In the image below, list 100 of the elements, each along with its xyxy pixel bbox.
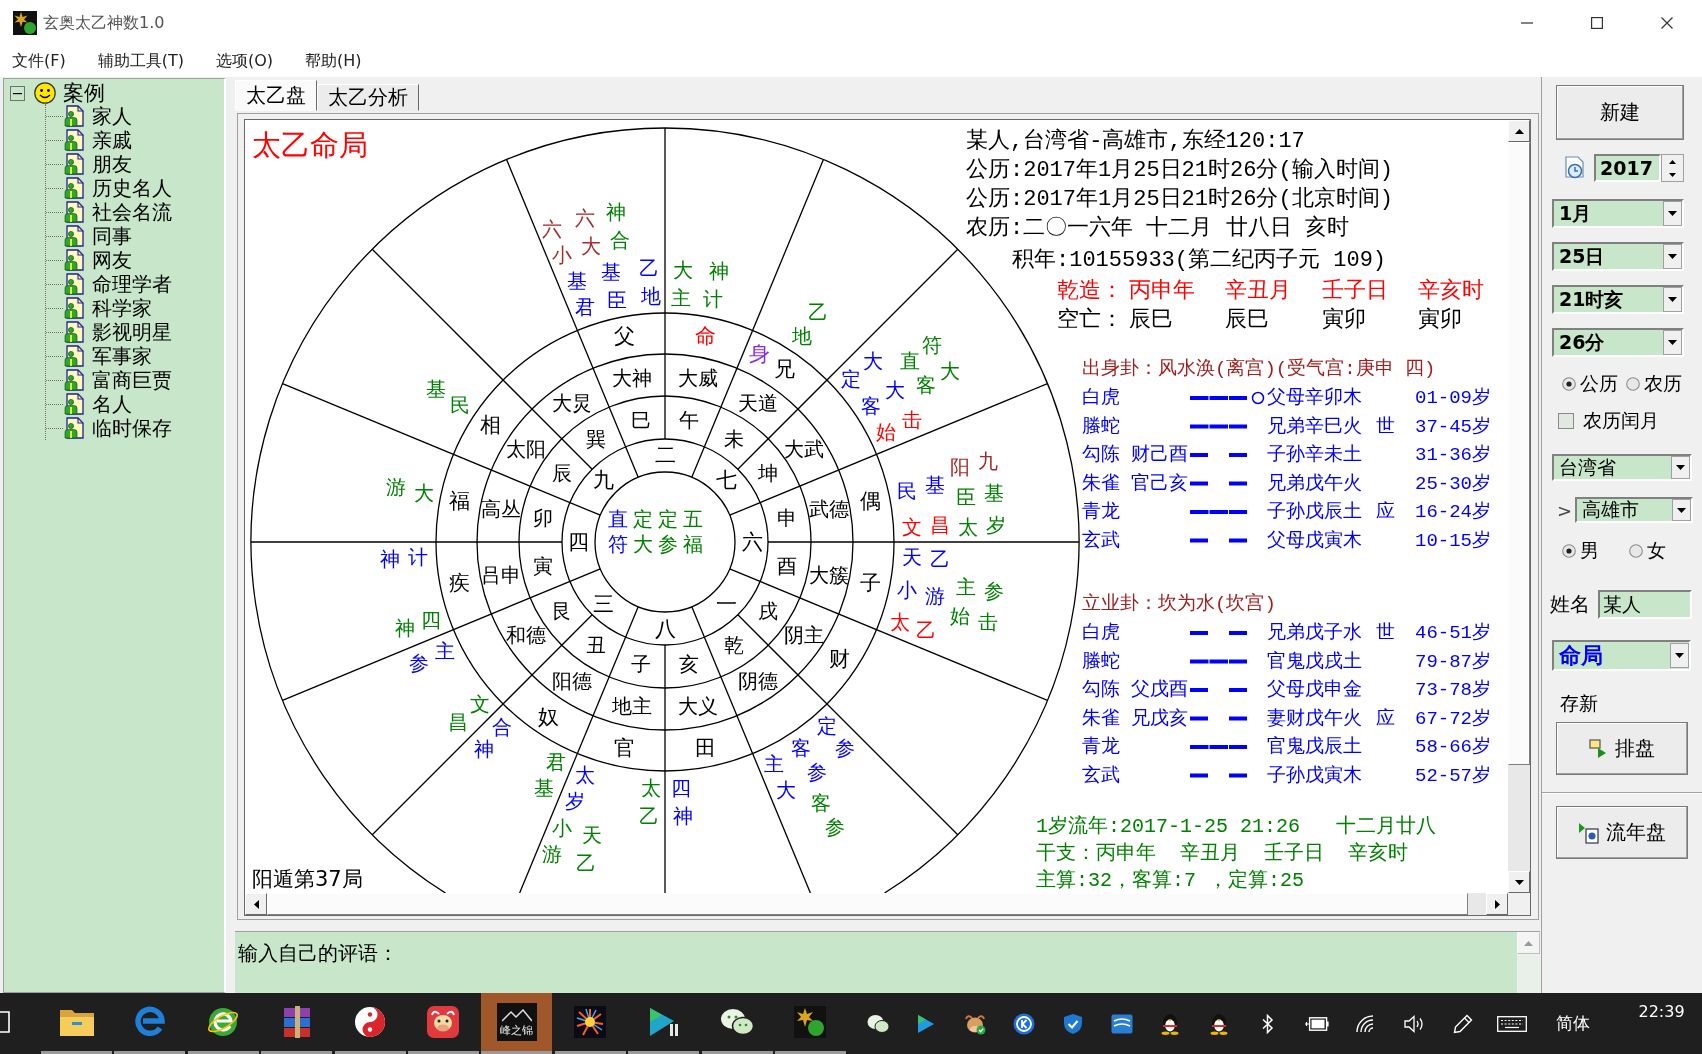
palace-number: 一	[716, 591, 737, 616]
clock-time[interactable]: 22:39	[1638, 1002, 1685, 1021]
battery-icon[interactable]	[1304, 1016, 1329, 1031]
palace-number: 九	[593, 468, 614, 493]
tree-item[interactable]: 历史名人	[91, 177, 173, 199]
age-range-label: 37-45岁	[1415, 415, 1491, 438]
scroll-left-button[interactable]	[245, 893, 267, 915]
task-view-icon	[0, 1011, 10, 1033]
arrange-button[interactable]: 排盘	[1556, 722, 1688, 775]
tree-item[interactable]: 命理学者	[91, 273, 173, 295]
spirit-label: 青龙	[1082, 736, 1120, 758]
star-label: 民基	[897, 473, 945, 503]
minute-dropdown[interactable]: 26分	[1552, 328, 1684, 357]
star-label: 参主	[409, 638, 455, 676]
palace-label: 财	[829, 646, 851, 671]
square-logo-icon[interactable]	[1110, 1013, 1133, 1034]
hour-dropdown[interactable]: 21时亥	[1552, 285, 1684, 314]
palace-number: 六	[741, 530, 763, 554]
taskbar-app-button[interactable]: 峰之锦	[481, 993, 553, 1054]
circle-logo-icon[interactable]	[1013, 1012, 1036, 1035]
year-field[interactable]: 2017	[1594, 154, 1661, 182]
comment-field[interactable]: 输入自己的评语：	[235, 932, 1517, 993]
person-card-icon	[63, 201, 85, 223]
tab[interactable]: 太乙分析	[317, 84, 419, 111]
fireworks-icon	[574, 1006, 607, 1038]
pillars-label: 乾造：	[1057, 278, 1123, 304]
menu-item[interactable]: 选项(O)	[215, 51, 274, 72]
scrollbar-thumb[interactable]	[1508, 142, 1530, 765]
star-label: 文昌	[902, 513, 950, 539]
day-dropdown[interactable]: 25日	[1552, 242, 1684, 271]
branch-label: 艮	[551, 598, 572, 623]
age-range-label: 46-51岁	[1415, 622, 1491, 644]
yin-line-icon	[1190, 481, 1247, 486]
relation-label: 子孙戊辰土	[1267, 501, 1362, 523]
age-range-label: 25-30岁	[1415, 472, 1491, 495]
shield-icon[interactable]	[1062, 1012, 1083, 1035]
pen-icon[interactable]	[1453, 1013, 1474, 1034]
yin-line-icon	[1190, 631, 1247, 635]
tree-item[interactable]: 社会名流	[91, 201, 173, 223]
collapse-icon[interactable]	[10, 85, 25, 101]
tree-item[interactable]: 家人	[91, 105, 133, 127]
void-text: 辰巳	[1225, 307, 1269, 333]
keyboard-icon[interactable]	[1497, 1015, 1528, 1032]
cow-face-icon[interactable]	[964, 1012, 987, 1035]
menu-item[interactable]: 帮助(H)	[305, 51, 362, 72]
scroll-down-button[interactable]	[1508, 871, 1530, 893]
tree-item[interactable]: 网友	[91, 249, 133, 271]
province-dropdown[interactable]: 台湾省	[1552, 454, 1692, 481]
input-method-indicator[interactable]: 简体	[1556, 1012, 1591, 1035]
chart-type-dropdown[interactable]: 命局	[1552, 640, 1691, 671]
branch-label: 丑	[586, 633, 607, 658]
penguin-icon[interactable]	[1160, 1012, 1181, 1035]
tree-item[interactable]: 案例	[62, 82, 106, 104]
tree-item[interactable]: 军事家	[91, 345, 153, 367]
palace-label: 田	[695, 735, 717, 760]
hidden-line-label: 父戊酉	[1131, 679, 1188, 701]
year-spin-button[interactable]	[1661, 154, 1684, 182]
calendar-radio[interactable]: 农历	[1626, 371, 1682, 397]
play-icon[interactable]	[917, 1013, 936, 1034]
volume-icon[interactable]	[1404, 1014, 1425, 1033]
wifi-icon[interactable]	[1355, 1014, 1376, 1033]
god-label: 天道	[737, 391, 778, 416]
calendar-radio[interactable]: 公历	[1562, 371, 1618, 397]
tree-item[interactable]: 科学家	[91, 297, 153, 319]
gender-radio[interactable]: 女	[1629, 538, 1666, 564]
tree-item[interactable]: 名人	[91, 393, 133, 415]
tree-item[interactable]: 影视明星	[91, 321, 173, 343]
tree-item[interactable]: 朋友	[91, 153, 133, 175]
god-label: 大神	[612, 366, 653, 391]
chat-bubbles-icon[interactable]	[866, 1014, 889, 1033]
tree-item[interactable]: 亲戚	[91, 129, 133, 151]
leap-month-checkbox[interactable]: 农历闰月	[1558, 408, 1659, 434]
vertical-scrollbar[interactable]	[1508, 120, 1530, 893]
annual-info-line: 1岁流年:2017-1-25 21:26 十二月廿八	[1036, 814, 1437, 838]
new-button[interactable]: 新建	[1556, 85, 1684, 140]
tab[interactable]: 太乙盘	[235, 80, 317, 111]
penguin-icon[interactable]	[1209, 1012, 1230, 1035]
center-star-label: 五福	[683, 507, 703, 556]
save-new-label: 存新	[1560, 692, 1598, 714]
month-dropdown[interactable]: 1月	[1552, 199, 1684, 228]
scroll-right-button[interactable]	[1486, 893, 1508, 915]
comment-scrollbar[interactable]	[1517, 932, 1540, 993]
name-field[interactable]: 某人	[1598, 590, 1692, 619]
menu-item[interactable]: 文件(F)	[12, 51, 66, 72]
chart-title: 太乙命局	[252, 128, 368, 162]
annual-chart-button[interactable]: 流年盘	[1556, 806, 1688, 859]
bluetooth-icon[interactable]	[1262, 1013, 1275, 1034]
tree-item[interactable]: 临时保存	[91, 417, 173, 439]
star-label: 臣基	[956, 480, 1004, 510]
star-label: 基君	[566, 268, 596, 320]
age-range-label: 52-57岁	[1415, 764, 1491, 787]
tree-item[interactable]: 同事	[91, 225, 133, 247]
god-label: 和德	[506, 622, 547, 647]
gender-radio[interactable]: 男	[1562, 538, 1599, 564]
city-dropdown[interactable]: 高雄市	[1575, 497, 1693, 523]
tree-item[interactable]: 富商巨贾	[91, 369, 173, 391]
menu-item[interactable]: 辅助工具(T)	[97, 51, 184, 72]
branch-label: 巽	[586, 426, 607, 451]
browser-ring-icon	[206, 1005, 241, 1039]
document-clock-icon	[1563, 156, 1587, 180]
